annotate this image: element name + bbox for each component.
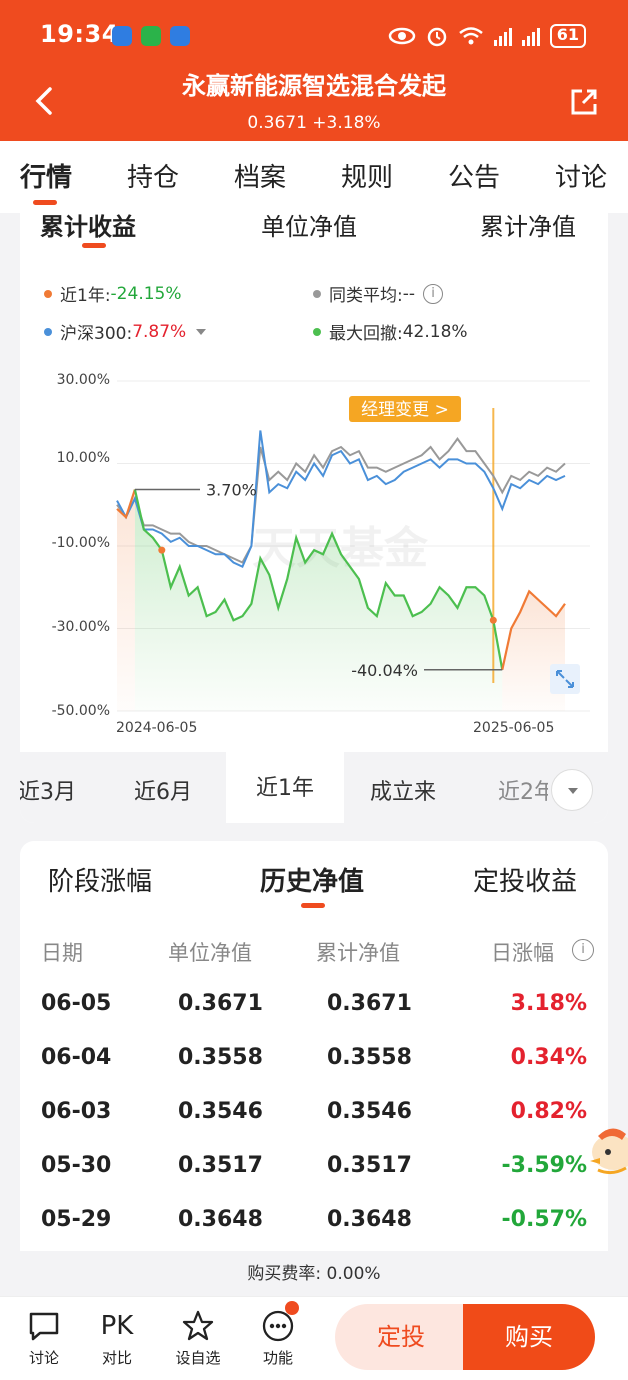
tab-underline <box>33 200 57 205</box>
fund-nav-change: 0.3671 +3.18% <box>247 113 381 133</box>
x-tick-label: 2025-06-05 <box>473 720 555 736</box>
discuss-label: 讨论 <box>28 1349 59 1367</box>
row-unit-nav: 0.3546 <box>178 1099 263 1124</box>
row-date: 05-29 <box>41 1207 112 1232</box>
tab-period-returns[interactable]: 阶段涨幅 <box>48 861 152 898</box>
buy-button[interactable]: 购买 <box>463 1304 595 1370</box>
row-unit-nav: 0.3671 <box>178 991 263 1016</box>
row-unit-nav: 0.3517 <box>178 1153 263 1178</box>
discuss-button[interactable]: 讨论 <box>14 1309 74 1368</box>
header: 19:34 61 永赢新能源智选混合发起 0.3671 +3.18% <box>0 0 628 141</box>
manager-change-label: 经理变更 > <box>361 400 449 420</box>
row-date: 06-03 <box>41 1099 112 1124</box>
history-card: 阶段涨幅 历史净值 定投收益 日期 单位净值 累计净值 日涨幅 i 06-05 0… <box>20 841 608 1251</box>
more-periods-button[interactable] <box>551 769 593 811</box>
wifi-icon <box>458 27 483 45</box>
wechat-icon <box>141 26 161 46</box>
compare-button[interactable]: PK 对比 <box>87 1309 147 1368</box>
notification-dot <box>285 1301 299 1315</box>
row-cum-nav: 0.3648 <box>327 1207 412 1232</box>
expand-icon[interactable] <box>550 664 580 694</box>
period-since-inception[interactable]: 成立来 <box>370 774 436 806</box>
row-cum-nav: 0.3517 <box>327 1153 412 1178</box>
period-selector: 近3月 近6月 近1年 成立来 近2年 <box>20 752 608 823</box>
col-header-cum-nav: 累计净值 <box>316 941 400 965</box>
min-annotation-label: -40.04% <box>351 661 418 680</box>
functions-label: 功能 <box>262 1349 293 1367</box>
row-cum-nav: 0.3671 <box>327 991 412 1016</box>
col-header-daily-change: 日涨幅 <box>491 941 554 965</box>
row-date: 06-04 <box>41 1045 112 1070</box>
marker-dot <box>489 616 497 624</box>
y-tick-label: 30.00% <box>56 372 110 388</box>
x-tick-label: 2024-06-05 <box>116 720 198 736</box>
y-tick-label: -10.00% <box>51 535 110 551</box>
period-1y[interactable]: 近1年 <box>226 752 344 823</box>
row-date: 05-30 <box>41 1153 112 1178</box>
row-daily-change: 3.18% <box>510 991 587 1016</box>
row-daily-change: -0.57% <box>501 1207 587 1232</box>
period-3m[interactable]: 近3月 <box>20 774 76 806</box>
period-2y[interactable]: 近2年 <box>498 774 548 806</box>
y-tick-label: -30.00% <box>51 619 110 635</box>
mascot-icon[interactable] <box>586 1118 628 1180</box>
row-unit-nav: 0.3648 <box>178 1207 263 1232</box>
eye-icon <box>388 27 415 45</box>
tab-discussion[interactable]: 讨论 <box>555 157 607 194</box>
compare-label: 对比 <box>101 1349 132 1367</box>
status-time: 19:34 <box>40 20 119 48</box>
row-daily-change: -3.59% <box>501 1153 587 1178</box>
browser-icon <box>170 26 190 46</box>
main-tabs: 行情 持仓 档案 规则 公告 讨论 <box>0 141 628 213</box>
watchlist-label: 设自选 <box>175 1349 221 1367</box>
return-chart[interactable]: 天天基金经理变更 >3.70%-40.04% <box>20 213 608 753</box>
tab-holdings[interactable]: 持仓 <box>127 157 179 194</box>
tab-announcements[interactable]: 公告 <box>448 157 500 194</box>
col-header-date: 日期 <box>41 941 83 965</box>
share-icon[interactable] <box>568 86 600 118</box>
row-daily-change: 0.82% <box>510 1099 587 1124</box>
tab-rules[interactable]: 规则 <box>341 157 393 194</box>
tab-sip-returns[interactable]: 定投收益 <box>473 861 577 898</box>
status-icons: 61 <box>388 24 586 48</box>
battery-indicator: 61 <box>549 24 586 48</box>
notification-app-icon <box>112 26 132 46</box>
signal-icon-2 <box>521 26 540 46</box>
chevron-down-icon <box>568 788 578 794</box>
functions-button[interactable]: 功能 <box>248 1309 308 1368</box>
info-icon[interactable]: i <box>572 939 594 961</box>
alarm-icon <box>427 27 446 47</box>
fund-area-start <box>117 489 135 711</box>
row-daily-change: 0.34% <box>510 1045 587 1070</box>
marker-dot <box>158 546 166 554</box>
chart-card: 累计收益 单位净值 累计净值 近1年: -24.15% 同类平均: -- i 沪深3… <box>20 213 608 823</box>
signal-icon <box>493 26 512 46</box>
add-watchlist-button[interactable]: 设自选 <box>168 1309 228 1368</box>
history-tab-underline <box>301 903 325 908</box>
period-6m[interactable]: 近6月 <box>134 774 192 806</box>
fund-title: 永赢新能源智选混合发起 <box>182 72 446 100</box>
chat-bubble-icon <box>29 1312 59 1341</box>
purchase-fee: 购买费率: 0.00% <box>247 1264 381 1284</box>
tab-market[interactable]: 行情 <box>20 157 72 194</box>
pk-icon: PK <box>100 1311 134 1341</box>
row-cum-nav: 0.3546 <box>327 1099 412 1124</box>
y-tick-label: 10.00% <box>56 450 110 466</box>
y-tick-label: -50.00% <box>51 703 110 719</box>
row-date: 06-05 <box>41 991 112 1016</box>
star-icon <box>182 1310 214 1341</box>
sip-button[interactable]: 定投 <box>335 1304 467 1370</box>
status-bar: 19:34 61 <box>0 0 628 68</box>
max-annotation-label: 3.70% <box>206 480 257 499</box>
row-cum-nav: 0.3558 <box>327 1045 412 1070</box>
row-unit-nav: 0.3558 <box>178 1045 263 1070</box>
col-header-unit-nav: 单位净值 <box>168 941 252 965</box>
tab-history-nav[interactable]: 历史净值 <box>260 861 364 898</box>
tab-profile[interactable]: 档案 <box>234 157 286 194</box>
